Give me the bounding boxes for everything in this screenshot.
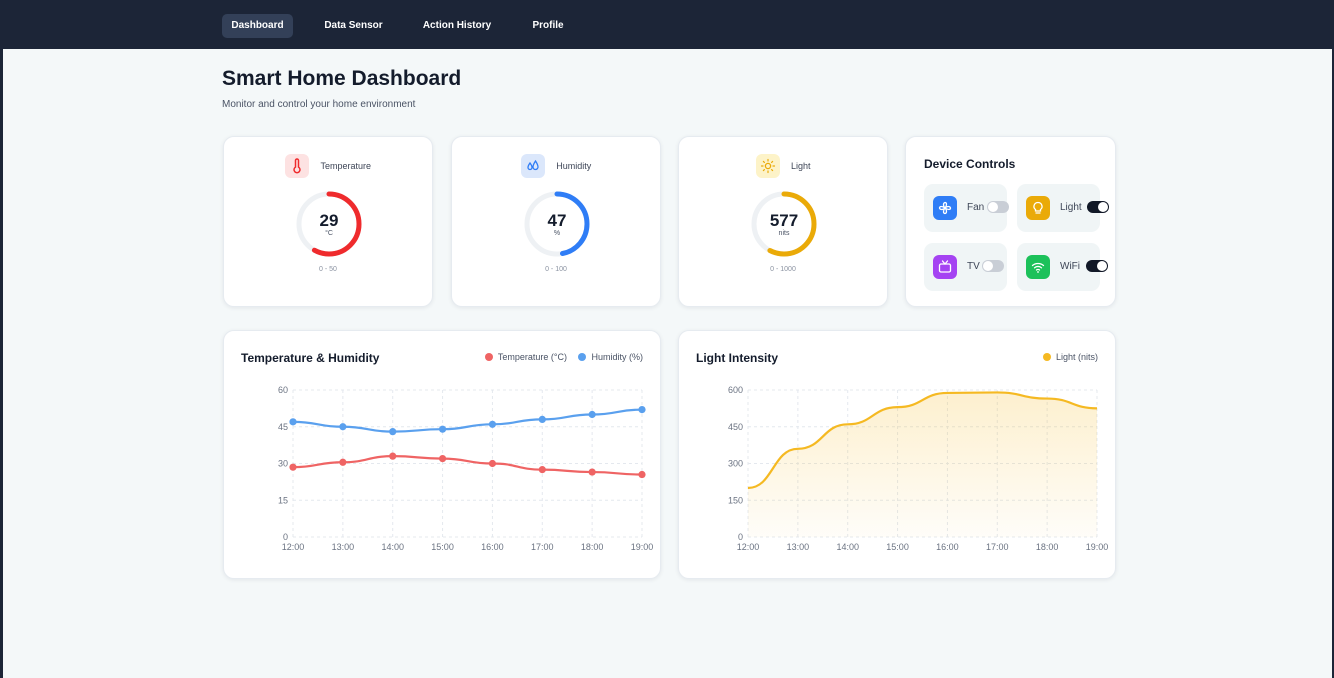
device-controls-title: Device Controls [924, 157, 1016, 171]
window-frame [0, 0, 1334, 678]
wifi-label: WiFi [1060, 261, 1080, 272]
tv-label: TV [967, 261, 980, 272]
x-tick-label: 15:00 [886, 542, 909, 552]
y-tick-label: 45 [278, 422, 288, 432]
humidity-range: 0 - 100 [545, 266, 567, 273]
page-subtitle: Monitor and control your home environmen… [222, 99, 416, 110]
light-intensity-chart: 0 150 300 450 600 12:00 13:00 14:00 15:00 16:00 17… [728, 385, 1109, 552]
humidity-value: 47 [547, 211, 567, 230]
light-range: 0 - 1000 [770, 266, 796, 273]
x-tick-label: 12:00 [282, 542, 305, 552]
series-humidity-point [438, 425, 447, 433]
device-fan: Fan [924, 184, 1009, 232]
temperature-value: 29 [319, 211, 339, 230]
x-tick-label: 13:00 [787, 542, 810, 552]
device-light: Light [1017, 184, 1109, 232]
humidity-label: Humidity [556, 161, 592, 171]
light-unit: nits [778, 230, 790, 237]
temperature-humidity-chart-card: Temperature & Humidity Temperature (°C) … [223, 330, 661, 579]
top-navbar: Dashboard Data Sensor Action History Pro… [0, 0, 1334, 49]
series-humidity-point [339, 423, 347, 431]
fan-toggle[interactable] [987, 201, 1009, 213]
temperature-range: 0 - 50 [319, 266, 337, 273]
light-device-label: Light [1060, 202, 1082, 213]
series-humidity-point [638, 406, 646, 414]
temperature-unit: °C [325, 230, 333, 237]
y-tick-label: 0 [738, 532, 743, 542]
light-toggle[interactable] [1087, 201, 1109, 213]
droplets-icon [520, 154, 545, 178]
series-temperature-c-point [339, 458, 347, 466]
humidity-card: Humidity 47 % 0 - 100 [451, 136, 661, 307]
light-intensity-chart-card: Light Intensity Light (nits) 0 150 300 450 6… [678, 330, 1116, 579]
series-humidity-point [488, 420, 497, 428]
series-humidity-point [389, 428, 397, 436]
x-tick-label: 18:00 [1036, 542, 1059, 552]
device-tv: TV [924, 243, 1007, 291]
series-temperature-c-point [438, 455, 447, 463]
fan-icon [933, 196, 957, 220]
x-tick-label: 14:00 [836, 542, 859, 552]
light-value: 577 [769, 211, 799, 230]
series-humidity-point [538, 415, 546, 423]
y-tick-label: 60 [278, 385, 288, 395]
series-temperature-c-point [538, 466, 546, 474]
x-tick-label: 19:00 [1086, 542, 1109, 552]
x-tick-label: 18:00 [581, 542, 604, 552]
nav-profile[interactable]: Profile [522, 14, 574, 38]
temperature-card: Temperature 29 °C 0 - 50 [223, 136, 433, 307]
y-tick-label: 15 [278, 495, 288, 505]
y-tick-label: 30 [278, 459, 288, 469]
light-card: Light 577 nits 0 - 1000 [678, 136, 888, 307]
y-tick-label: 150 [728, 495, 743, 505]
fan-label: Fan [967, 202, 985, 213]
temperature-humidity-chart: 0 15 30 45 60 12:00 13:00 14:00 15:00 16:00 17:00 1… [278, 385, 654, 552]
device-controls-card: Device Controls Fan Light TV WiFi [905, 136, 1116, 307]
x-tick-label: 13:00 [332, 542, 355, 552]
series-temperature-c-point [638, 470, 646, 479]
y-tick-label: 0 [283, 532, 288, 542]
tv-icon [933, 255, 957, 279]
page-title: Smart Home Dashboard [222, 67, 462, 90]
series-temperature-c-point [488, 459, 497, 468]
series-humidity-point [289, 418, 297, 426]
x-tick-label: 16:00 [481, 542, 504, 552]
device-wifi: WiFi [1017, 243, 1108, 291]
temperature-label: Temperature [320, 161, 371, 171]
toggle-knob [983, 261, 993, 271]
series-temperature-c-point [289, 463, 297, 471]
nav-action-history[interactable]: Action History [412, 14, 502, 38]
x-tick-label: 19:00 [631, 542, 654, 552]
lightbulb-icon [1026, 196, 1050, 220]
series-temperature-c-point [588, 468, 596, 476]
sun-icon [755, 154, 780, 178]
x-tick-label: 16:00 [936, 542, 959, 552]
x-tick-label: 14:00 [381, 542, 404, 552]
humidity-unit: % [553, 230, 561, 237]
toggle-knob [1098, 202, 1108, 212]
tv-toggle[interactable] [982, 260, 1004, 272]
nav-dashboard[interactable]: Dashboard [222, 14, 293, 38]
wifi-toggle[interactable] [1086, 260, 1108, 272]
series-humidity-point [588, 410, 596, 419]
toggle-knob [988, 202, 998, 212]
series-temperature-c-point [389, 452, 397, 460]
nav-data-sensor[interactable]: Data Sensor [315, 14, 392, 38]
light-label: Light [790, 161, 811, 171]
x-tick-label: 12:00 [737, 542, 760, 552]
thermometer-icon [285, 154, 309, 178]
x-tick-label: 17:00 [531, 542, 554, 552]
x-tick-label: 17:00 [986, 542, 1009, 552]
wifi-icon [1026, 255, 1050, 279]
y-tick-label: 600 [728, 385, 743, 395]
series-light-nits-area [748, 392, 1097, 537]
y-tick-label: 300 [728, 459, 743, 469]
y-tick-label: 450 [728, 422, 743, 432]
toggle-knob [1097, 261, 1107, 271]
x-tick-label: 15:00 [431, 542, 454, 552]
